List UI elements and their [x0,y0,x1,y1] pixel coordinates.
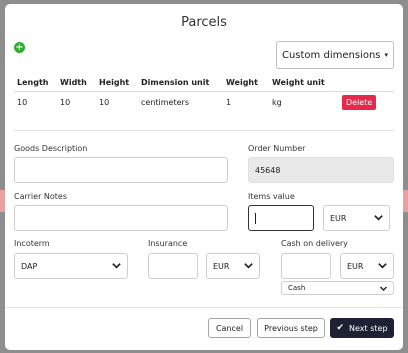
cancel-button[interactable]: Cancel [208,318,251,338]
incoterm-label: Incoterm [14,239,50,248]
parcels-table: Length Width Height Dimension unit Weigh… [14,74,394,113]
cell-actions: Delete [339,92,394,114]
table-header-row: Length Width Height Dimension unit Weigh… [14,74,394,92]
items-value-currency-value: EUR [330,213,347,223]
chevron-down-icon [112,263,121,269]
table-row: 10 10 10 centimeters 1 kg Delete [14,92,394,114]
column-header-height: Height [96,74,138,92]
order-number-label: Order Number [248,144,306,153]
chevron-down-icon [378,263,387,269]
items-value-currency-select[interactable]: EUR [323,205,390,231]
next-step-button[interactable]: ✔ Next step [330,318,394,338]
cash-on-delivery-currency-select[interactable]: EUR [340,253,394,279]
custom-dimensions-label: Custom dimensions [281,49,381,61]
cell-dimension-unit: centimeters [141,98,189,107]
parcels-modal: Parcels + Custom dimensions ▾ Length Wid… [5,4,403,350]
column-header-dimension-unit: Dimension unit [138,74,223,92]
column-header-weight-unit: Weight unit [269,74,339,92]
section-divider [14,130,394,131]
carrier-notes-input[interactable] [14,205,228,231]
cell-weight-unit: kg [272,98,282,107]
insurance-label: Insurance [148,239,188,248]
column-header-width: Width [57,74,96,92]
add-parcel-icon[interactable]: + [14,42,25,53]
chevron-down-icon [374,215,383,221]
chevron-down-icon [380,286,387,291]
insurance-currency-select[interactable]: EUR [206,253,260,279]
delete-parcel-button[interactable]: Delete [342,95,377,110]
cell-height: 10 [99,98,110,107]
cash-on-delivery-input[interactable] [281,253,331,279]
goods-description-input[interactable] [14,157,228,183]
previous-step-button[interactable]: Previous step [257,318,325,338]
caret-down-icon: ▾ [384,51,389,59]
order-number-field: 45648 [248,157,394,183]
cash-on-delivery-currency-value: EUR [347,261,364,271]
next-step-label: Next step [349,323,388,333]
cell-length: 10 [17,98,28,107]
check-icon: ✔ [336,323,345,333]
insurance-input[interactable] [148,253,198,279]
column-header-actions [339,74,394,92]
cash-on-delivery-label: Cash on delivery [281,239,348,248]
items-value-input[interactable] [248,205,314,231]
chevron-down-icon [244,263,253,269]
modal-title: Parcels [181,15,227,30]
footer-divider [5,307,403,308]
cell-weight: 1 [226,98,232,107]
cash-on-delivery-method-select[interactable]: Cash [281,281,394,295]
text-cursor [255,212,256,224]
cash-on-delivery-method-value: Cash [288,284,306,292]
incoterm-select[interactable]: DAP [14,253,128,279]
custom-dimensions-dropdown-button[interactable]: Custom dimensions ▾ [276,41,394,69]
items-value-label: Items value [248,192,295,201]
insurance-currency-value: EUR [213,261,230,271]
column-header-weight: Weight [223,74,269,92]
column-header-length: Length [14,74,57,92]
incoterm-value: DAP [21,261,38,271]
carrier-notes-label: Carrier Notes [14,192,68,201]
goods-description-label: Goods Description [14,144,88,153]
cell-width: 10 [60,98,71,107]
